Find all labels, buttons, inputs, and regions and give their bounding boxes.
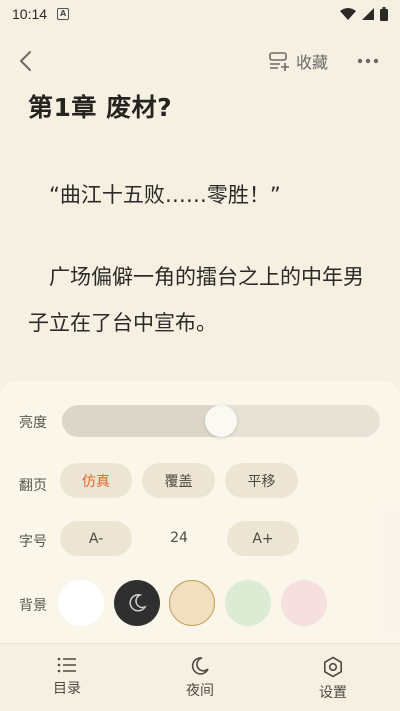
chapter-title: 第1章 废材? — [28, 93, 173, 122]
paragraph: “曲江十五败……零胜！” — [49, 183, 281, 207]
page-turn-cover-button[interactable]: 覆盖 — [142, 463, 215, 498]
nav-toc-label: 目录 — [53, 681, 81, 697]
wifi-icon — [340, 8, 356, 20]
battery-icon — [380, 7, 388, 21]
page-turn-slide-button[interactable]: 平移 — [225, 463, 298, 498]
nav-night-button[interactable]: 夜间 — [165, 656, 235, 700]
moon-icon — [191, 657, 209, 675]
font-size-value: 24 — [170, 530, 188, 546]
status-bar: 10:14 A — [0, 0, 400, 28]
top-nav: 收藏 — [0, 38, 400, 84]
page-turn-simulation-button[interactable]: 仿真 — [60, 463, 132, 498]
background-swatch-pink[interactable] — [281, 580, 327, 626]
background-label: 背景 — [19, 598, 47, 614]
settings-icon — [324, 656, 342, 678]
background-swatch-beige[interactable] — [169, 580, 215, 626]
brightness-fill — [62, 405, 221, 437]
background-swatch-dark[interactable] — [114, 580, 160, 626]
font-increase-button[interactable]: A+ — [227, 521, 299, 556]
background-swatch-white[interactable] — [58, 580, 104, 626]
bottom-nav: 目录 夜间 设置 — [0, 643, 400, 711]
bookshelf-add-icon — [269, 52, 289, 71]
brightness-label: 亮度 — [19, 415, 47, 431]
favorite-label: 收藏 — [296, 53, 329, 72]
nav-night-label: 夜间 — [186, 683, 214, 699]
status-time: 10:14 — [12, 6, 48, 22]
page-turn-label: 翻页 — [19, 478, 47, 494]
favorite-button[interactable]: 收藏 — [268, 48, 328, 74]
status-icons — [340, 7, 388, 21]
more-horizontal-icon — [357, 58, 379, 64]
font-decrease-button[interactable]: A- — [60, 521, 132, 556]
moon-icon — [129, 594, 147, 612]
nav-toc-button[interactable]: 目录 — [32, 656, 102, 698]
back-button[interactable] — [10, 46, 40, 76]
chevron-left-icon — [20, 51, 31, 71]
settings-panel: 亮度 翻页 仿真 覆盖 平移 字号 A- 24 A+ 背景 — [0, 381, 400, 643]
nav-settings-button[interactable]: 设置 — [298, 656, 368, 702]
more-options-button[interactable] — [354, 48, 382, 74]
font-size-label: 字号 — [19, 534, 47, 550]
nav-settings-label: 设置 — [319, 685, 347, 701]
background-swatch-green[interactable] — [225, 580, 271, 626]
notification-icon: A — [57, 8, 70, 20]
list-icon — [57, 657, 76, 673]
brightness-thumb[interactable] — [205, 405, 237, 437]
paragraph: 广场偏僻一角的擂台之上的中年男子立在了台中宣布。 — [28, 265, 364, 335]
signal-icon — [362, 8, 374, 20]
